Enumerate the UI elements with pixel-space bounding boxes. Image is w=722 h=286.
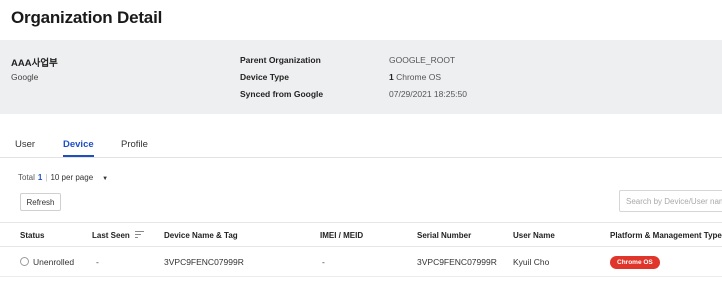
column-serial-number[interactable]: Serial Number [417, 231, 471, 240]
row-radio[interactable] [20, 257, 29, 266]
synced-from-google-label: Synced from Google [240, 89, 324, 99]
column-last-seen[interactable]: Last Seen [92, 231, 145, 240]
sort-icon[interactable] [135, 231, 145, 240]
device-type-value: 1 Chrome OS [389, 72, 441, 82]
cell-user-name: Kyuil Cho [513, 257, 550, 267]
synced-from-google-value: 07/29/2021 18:25:50 [389, 89, 467, 99]
device-type-label: Device Type [240, 72, 289, 82]
column-device-name[interactable]: Device Name & Tag [164, 231, 238, 240]
list-summary: Total 1 | 10 per page ▼ [18, 173, 108, 182]
tab-profile[interactable]: Profile [121, 139, 148, 155]
status-text: Unenrolled [33, 257, 75, 267]
cell-last-seen: - [96, 257, 99, 267]
total-label: Total [18, 173, 35, 182]
tab-device[interactable]: Device [63, 139, 94, 157]
device-type-name: Chrome OS [396, 72, 441, 82]
column-imei[interactable]: IMEI / MEID [320, 231, 363, 240]
organization-domain: Google [11, 72, 39, 82]
column-last-seen-label: Last Seen [92, 231, 130, 240]
cell-device-name[interactable]: 3VPC9FENC07999R [164, 257, 244, 267]
column-platform[interactable]: Platform & Management Type [610, 231, 722, 240]
organization-info-panel: AAA사업부 Google Parent Organization GOOGLE… [0, 40, 722, 114]
platform-badge: Chrome OS [610, 256, 660, 269]
summary-separator: | [45, 173, 48, 182]
per-page-value: 10 per page [50, 173, 94, 182]
cell-imei: - [322, 257, 325, 267]
per-page-select[interactable]: 10 per page ▼ [50, 173, 108, 182]
column-user-name[interactable]: User Name [513, 231, 555, 240]
device-type-count: 1 [389, 72, 394, 82]
tab-bar: User Device Profile [0, 136, 722, 158]
cell-serial-number: 3VPC9FENC07999R [417, 257, 497, 267]
table-header: Status Last Seen Device Name & Tag IMEI … [0, 222, 722, 247]
search-input[interactable]: Search by Device/User name [619, 190, 722, 212]
column-status[interactable]: Status [20, 231, 44, 240]
total-count: 1 [37, 173, 43, 182]
parent-organization-value: GOOGLE_ROOT [389, 55, 456, 65]
parent-organization-label: Parent Organization [240, 55, 321, 65]
table-row[interactable]: Unenrolled - 3VPC9FENC07999R - 3VPC9FENC… [0, 247, 722, 277]
page-title: Organization Detail [11, 8, 163, 27]
chevron-down-icon: ▼ [102, 176, 109, 182]
organization-name: AAA사업부 [11, 58, 58, 69]
tab-user[interactable]: User [15, 139, 35, 155]
refresh-button[interactable]: Refresh [20, 193, 61, 211]
cell-status: Unenrolled [20, 257, 74, 267]
